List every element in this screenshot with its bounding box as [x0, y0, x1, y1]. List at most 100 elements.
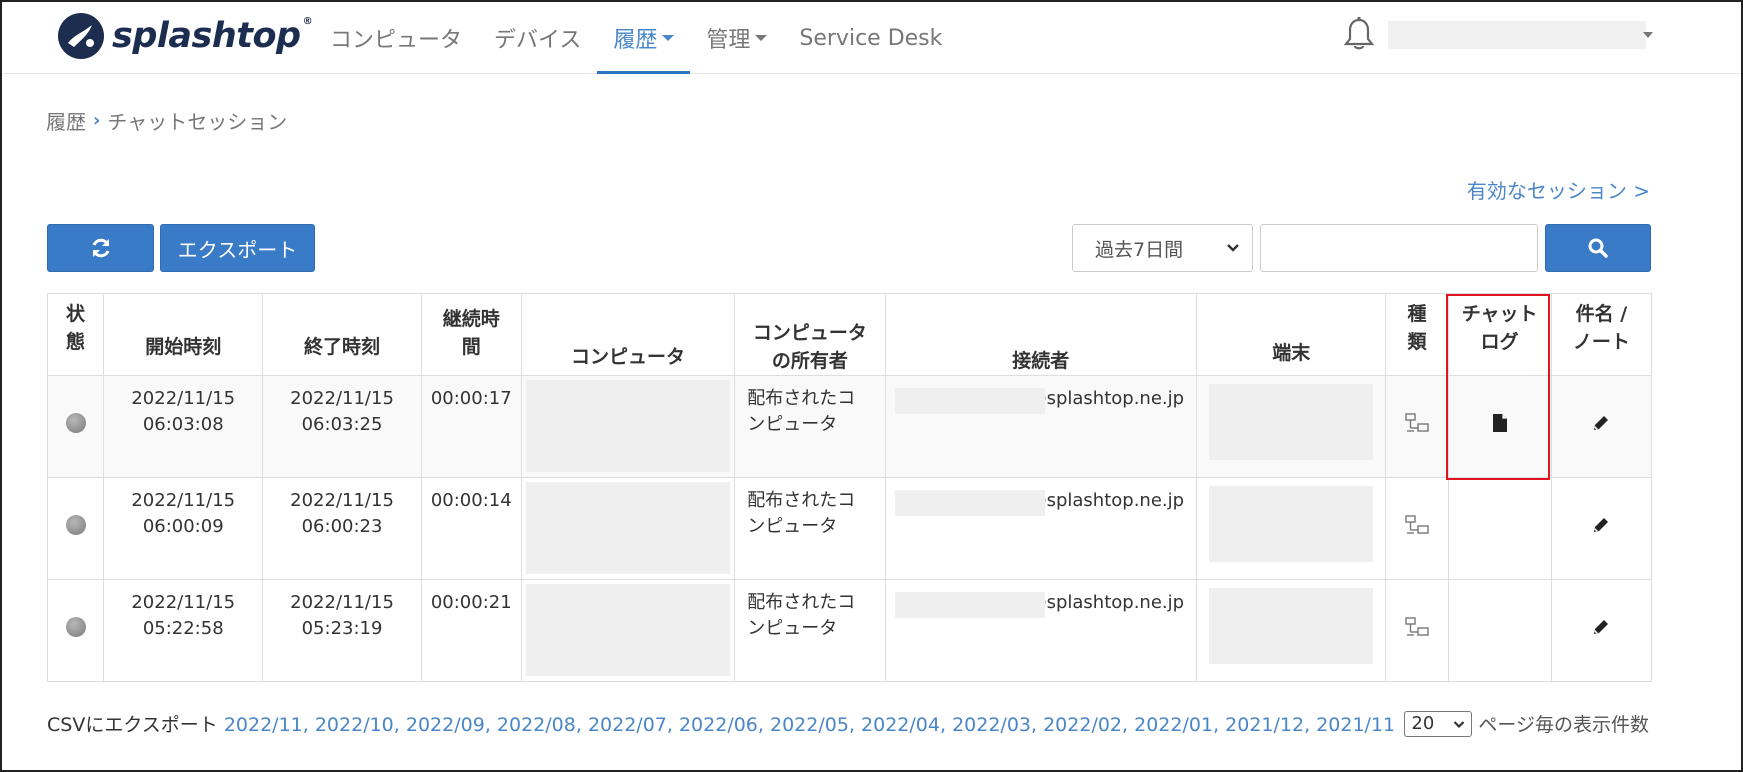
csv-month-link[interactable]: 2021/11 [1316, 714, 1395, 736]
computer-redacted [525, 380, 731, 472]
top-navbar: splashtop ® コンピュータ デバイス 履歴 管理 Service Desk [2, 2, 1741, 74]
nav-item-2[interactable]: 履歴 [597, 2, 691, 74]
logo-wordmark: splashtop ® [112, 16, 313, 56]
csv-month-link[interactable]: 2022/09 [406, 714, 485, 736]
computer-cell [520, 579, 736, 682]
caret-down-icon [662, 35, 675, 41]
csv-month-link[interactable]: 2022/08 [497, 714, 576, 736]
start-time-cell: 2022/11/15 06:03:08 [103, 375, 264, 478]
type-cell [1385, 579, 1449, 682]
owner-cell: 配布されたコ ンピュータ [734, 579, 886, 682]
pencil-icon[interactable] [1591, 619, 1611, 642]
search-icon [1588, 238, 1608, 258]
page-size-select[interactable]: 20 [1404, 710, 1473, 737]
nav-item-3[interactable]: 管理 [690, 2, 783, 74]
header-computer[interactable]: コンピュータ [520, 293, 736, 376]
breadcrumb-current: チャットセッション [107, 110, 288, 134]
search-button[interactable] [1545, 224, 1651, 272]
bell-icon[interactable] [1342, 16, 1376, 52]
header-owner[interactable]: コンピュータ の所有者 [734, 293, 886, 376]
start-time-cell: 2022/11/15 05:22:58 [103, 579, 264, 682]
chat-log-cell [1447, 579, 1552, 682]
state-cell [46, 477, 105, 580]
csv-month-link[interactable]: 2022/02 [1043, 714, 1122, 736]
header-duration[interactable]: 継続時 間 [420, 293, 522, 376]
splashtop-logo[interactable]: splashtop ® [58, 8, 313, 64]
pencil-icon[interactable] [1591, 415, 1611, 438]
user-cell: @splashtop.ne.jp [884, 477, 1198, 580]
header-chat-log[interactable]: チャット ログ [1447, 293, 1552, 376]
end-time-cell: 2022/11/15 05:23:19 [262, 579, 422, 682]
chat-log-cell[interactable] [1447, 375, 1552, 478]
main-nav: コンピュータ デバイス 履歴 管理 Service Desk [314, 2, 958, 74]
chat-log-cell [1447, 477, 1552, 580]
terminal-cell [1196, 477, 1387, 580]
nav-item-1[interactable]: デバイス [478, 2, 597, 74]
csv-month-link[interactable]: 2021/12 [1225, 714, 1304, 736]
note-cell [1550, 375, 1653, 478]
nav-item-label: デバイス [494, 28, 582, 53]
terminal-redacted [1209, 588, 1374, 664]
duration-cell: 00:00:21 [420, 579, 522, 682]
user-menu-caret-icon[interactable] [1643, 32, 1653, 38]
table-header-row: 状 態 開始時刻 終了時刻 継続時 間 コンピュータ コンピュータ の所有者 接… [46, 293, 1653, 376]
terminal-redacted [1209, 486, 1374, 562]
csv-month-link[interactable]: 2022/01 [1134, 714, 1213, 736]
active-sessions-link[interactable]: 有効なセッション > [1467, 175, 1650, 204]
csv-month-link[interactable]: 2022/07 [588, 714, 667, 736]
nav-item-0[interactable]: コンピュータ [314, 2, 478, 74]
header-state[interactable]: 状 態 [46, 293, 105, 376]
csv-month-link[interactable]: 2022/06 [679, 714, 758, 736]
user-menu-redacted[interactable] [1388, 21, 1646, 49]
start-time-cell: 2022/11/15 06:00:09 [103, 477, 264, 580]
csv-month-link[interactable]: 2022/10 [315, 714, 394, 736]
table-row: 2022/11/15 06:03:08 2022/11/15 06:03:25 00… [46, 375, 1653, 478]
breadcrumb-parent[interactable]: 履歴 [46, 106, 86, 135]
state-cell [46, 375, 105, 478]
remote-connection-icon [1404, 412, 1430, 439]
document-icon[interactable] [1492, 413, 1508, 438]
header-start-time[interactable]: 開始時刻 [103, 293, 264, 376]
header-note[interactable]: 件名 / ノート [1550, 293, 1653, 376]
page-size-label: ページ毎の表示件数 [1478, 714, 1649, 736]
table-row: 2022/11/15 05:22:58 2022/11/15 05:23:19 00… [46, 579, 1653, 682]
refresh-icon [92, 238, 109, 258]
csv-export-label: CSVにエクスポート [47, 714, 218, 736]
end-time-cell: 2022/11/15 06:00:23 [262, 477, 422, 580]
nav-item-label: 履歴 [613, 28, 658, 53]
csv-month-link[interactable]: 2022/05 [770, 714, 849, 736]
nav-item-4[interactable]: Service Desk [783, 2, 958, 74]
owner-cell: 配布されたコ ンピュータ [734, 375, 886, 478]
header-terminal[interactable]: 端末 [1196, 293, 1387, 376]
nav-item-label: コンピュータ [330, 28, 463, 53]
user-cell: @splashtop.ne.jp [884, 375, 1198, 478]
splashtop-logo-icon [58, 13, 104, 59]
end-time-cell: 2022/11/15 06:03:25 [262, 375, 422, 478]
refresh-button[interactable] [47, 224, 154, 272]
user-redacted [894, 388, 1045, 414]
duration-cell: 00:00:14 [420, 477, 522, 580]
caret-down-icon [755, 35, 768, 41]
chevron-down-icon [1227, 244, 1239, 252]
header-type[interactable]: 種 類 [1385, 293, 1449, 376]
header-end-time[interactable]: 終了時刻 [262, 293, 422, 376]
state-cell [46, 579, 105, 682]
csv-month-link[interactable]: 2022/03 [952, 714, 1031, 736]
search-input[interactable] [1260, 224, 1538, 272]
user-domain: @splashtop.ne.jp [1028, 592, 1185, 613]
pencil-icon[interactable] [1591, 517, 1611, 540]
period-select[interactable]: 過去7日間 [1072, 224, 1253, 272]
csv-month-link[interactable]: 2022/11 [224, 714, 303, 736]
export-button[interactable]: エクスポート [160, 224, 315, 272]
chat-session-table: 状 態 開始時刻 終了時刻 継続時 間 コンピュータ コンピュータ の所有者 接… [46, 293, 1653, 682]
chevron-down-icon [1454, 720, 1465, 728]
csv-month-link[interactable]: 2022/04 [861, 714, 940, 736]
breadcrumb: 履歴 › チャットセッション [46, 106, 287, 135]
csv-export-links: CSVにエクスポート 2022/11, 2022/10, 2022/09, 20… [47, 714, 1396, 736]
duration-cell: 00:00:17 [420, 375, 522, 478]
header-user[interactable]: 接続者 [884, 293, 1198, 376]
user-cell: @splashtop.ne.jp [884, 579, 1198, 682]
status-dot-icon [65, 514, 86, 535]
terminal-cell [1196, 579, 1387, 682]
nav-item-label: 管理 [706, 28, 751, 53]
